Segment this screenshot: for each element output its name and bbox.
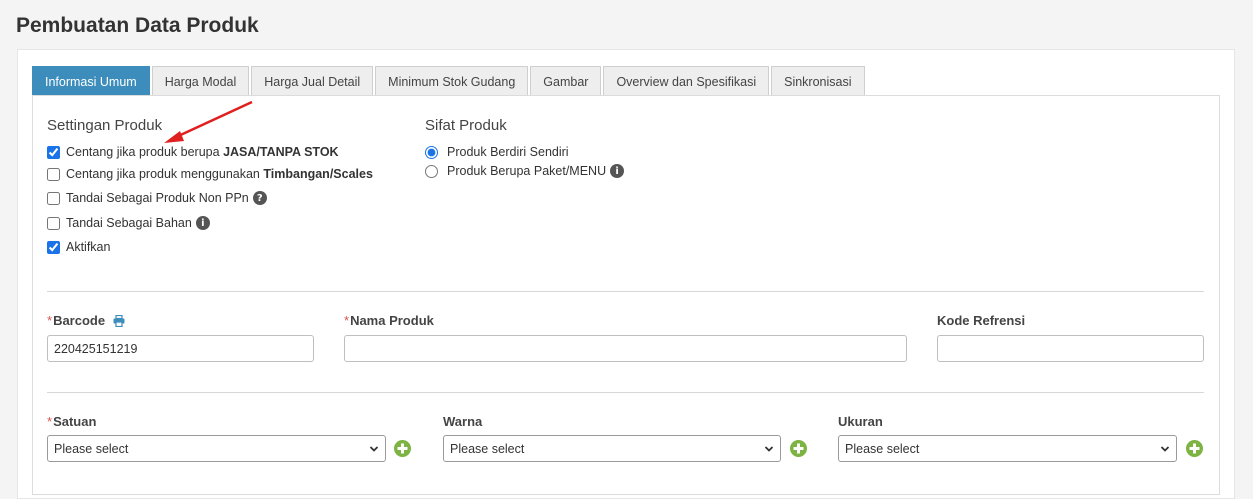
nama-produk-label: *Nama Produk — [344, 313, 434, 328]
berdiri-sendiri-label: Produk Berdiri Sendiri — [447, 145, 569, 159]
tab-bar: Informasi Umum Harga Modal Harga Jual De… — [32, 66, 867, 96]
warna-select[interactable]: Please select — [443, 435, 781, 462]
tab-gambar[interactable]: Gambar — [530, 66, 602, 96]
non-ppn-option[interactable]: Tandai Sebagai Produk Non PPn ? — [47, 191, 267, 205]
tab-sinkronisasi[interactable]: Sinkronisasi — [771, 66, 865, 96]
warna-label: Warna — [443, 414, 483, 429]
tab-minimum-stok-gudang[interactable]: Minimum Stok Gudang — [375, 66, 529, 96]
add-warna-button[interactable] — [790, 440, 807, 457]
tab-harga-modal[interactable]: Harga Modal — [151, 66, 250, 96]
kode-refrensi-input[interactable] — [937, 335, 1204, 362]
tab-overview-spesifikasi[interactable]: Overview dan Spesifikasi — [603, 66, 770, 96]
sifat-produk-title: Sifat Produk — [425, 117, 507, 134]
barcode-label: *Barcode — [47, 313, 125, 328]
kode-refrensi-label: Kode Refrensi — [937, 313, 1026, 328]
paket-radio[interactable] — [425, 164, 438, 178]
barcode-input[interactable] — [47, 335, 314, 362]
info-circle-icon[interactable]: i — [610, 164, 625, 178]
nama-produk-input[interactable] — [344, 335, 907, 362]
page-title: Pembuatan Data Produk — [16, 14, 259, 37]
question-circle-icon[interactable]: ? — [252, 191, 267, 205]
plus-icon — [793, 443, 804, 454]
satuan-select[interactable]: Please select — [47, 435, 386, 462]
info-circle-icon[interactable]: i — [195, 216, 210, 230]
ukuran-label: Ukuran — [838, 414, 883, 429]
bahan-option[interactable]: Tandai Sebagai Bahan i — [47, 216, 210, 230]
berdiri-sendiri-radio[interactable] — [425, 145, 438, 159]
required-marker: * — [47, 313, 53, 328]
satuan-label: *Satuan — [47, 414, 96, 429]
aktifkan-option[interactable]: Aktifkan — [47, 240, 110, 254]
non-ppn-checkbox[interactable] — [47, 191, 60, 205]
timbangan-label-bold: Timbangan/Scales — [263, 167, 373, 181]
timbangan-option[interactable]: Centang jika produk menggunakan Timbanga… — [47, 167, 373, 181]
satuan-selected-value: Please select — [54, 441, 129, 456]
aktifkan-checkbox[interactable] — [47, 240, 60, 254]
section-divider — [47, 291, 1204, 292]
section-divider — [47, 392, 1204, 393]
satuan-label-text: Satuan — [53, 414, 97, 429]
plus-icon — [397, 443, 408, 454]
tab-harga-jual-detail[interactable]: Harga Jual Detail — [251, 66, 374, 96]
aktifkan-label: Aktifkan — [66, 240, 111, 254]
chevron-down-icon — [1160, 446, 1170, 452]
nama-produk-label-text: Nama Produk — [350, 313, 434, 328]
timbangan-checkbox[interactable] — [47, 167, 60, 181]
add-ukuran-button[interactable] — [1186, 440, 1203, 457]
ukuran-select[interactable]: Please select — [838, 435, 1177, 462]
paket-label: Produk Berupa Paket/MENU — [447, 164, 607, 178]
chevron-down-icon — [764, 446, 774, 452]
settingan-produk-title: Settingan Produk — [47, 117, 163, 134]
bahan-checkbox[interactable] — [47, 216, 60, 230]
chevron-down-icon — [369, 446, 379, 452]
bahan-label: Tandai Sebagai Bahan — [66, 216, 192, 230]
berdiri-sendiri-option[interactable]: Produk Berdiri Sendiri — [425, 145, 569, 159]
non-ppn-label: Tandai Sebagai Produk Non PPn — [66, 191, 249, 205]
annotation-arrow-icon — [164, 100, 253, 143]
plus-icon — [1189, 443, 1200, 454]
required-marker: * — [47, 414, 53, 429]
jasa-checkbox[interactable] — [47, 145, 60, 159]
paket-option[interactable]: Produk Berupa Paket/MENU i — [425, 164, 625, 178]
timbangan-label-prefix: Centang jika produk menggunakan — [66, 167, 260, 181]
required-marker: * — [344, 313, 350, 328]
add-satuan-button[interactable] — [394, 440, 411, 457]
printer-icon[interactable] — [113, 315, 125, 327]
barcode-label-text: Barcode — [53, 313, 106, 328]
warna-selected-value: Please select — [450, 441, 525, 456]
ukuran-selected-value: Please select — [845, 441, 920, 456]
tab-informasi-umum[interactable]: Informasi Umum — [32, 66, 150, 96]
